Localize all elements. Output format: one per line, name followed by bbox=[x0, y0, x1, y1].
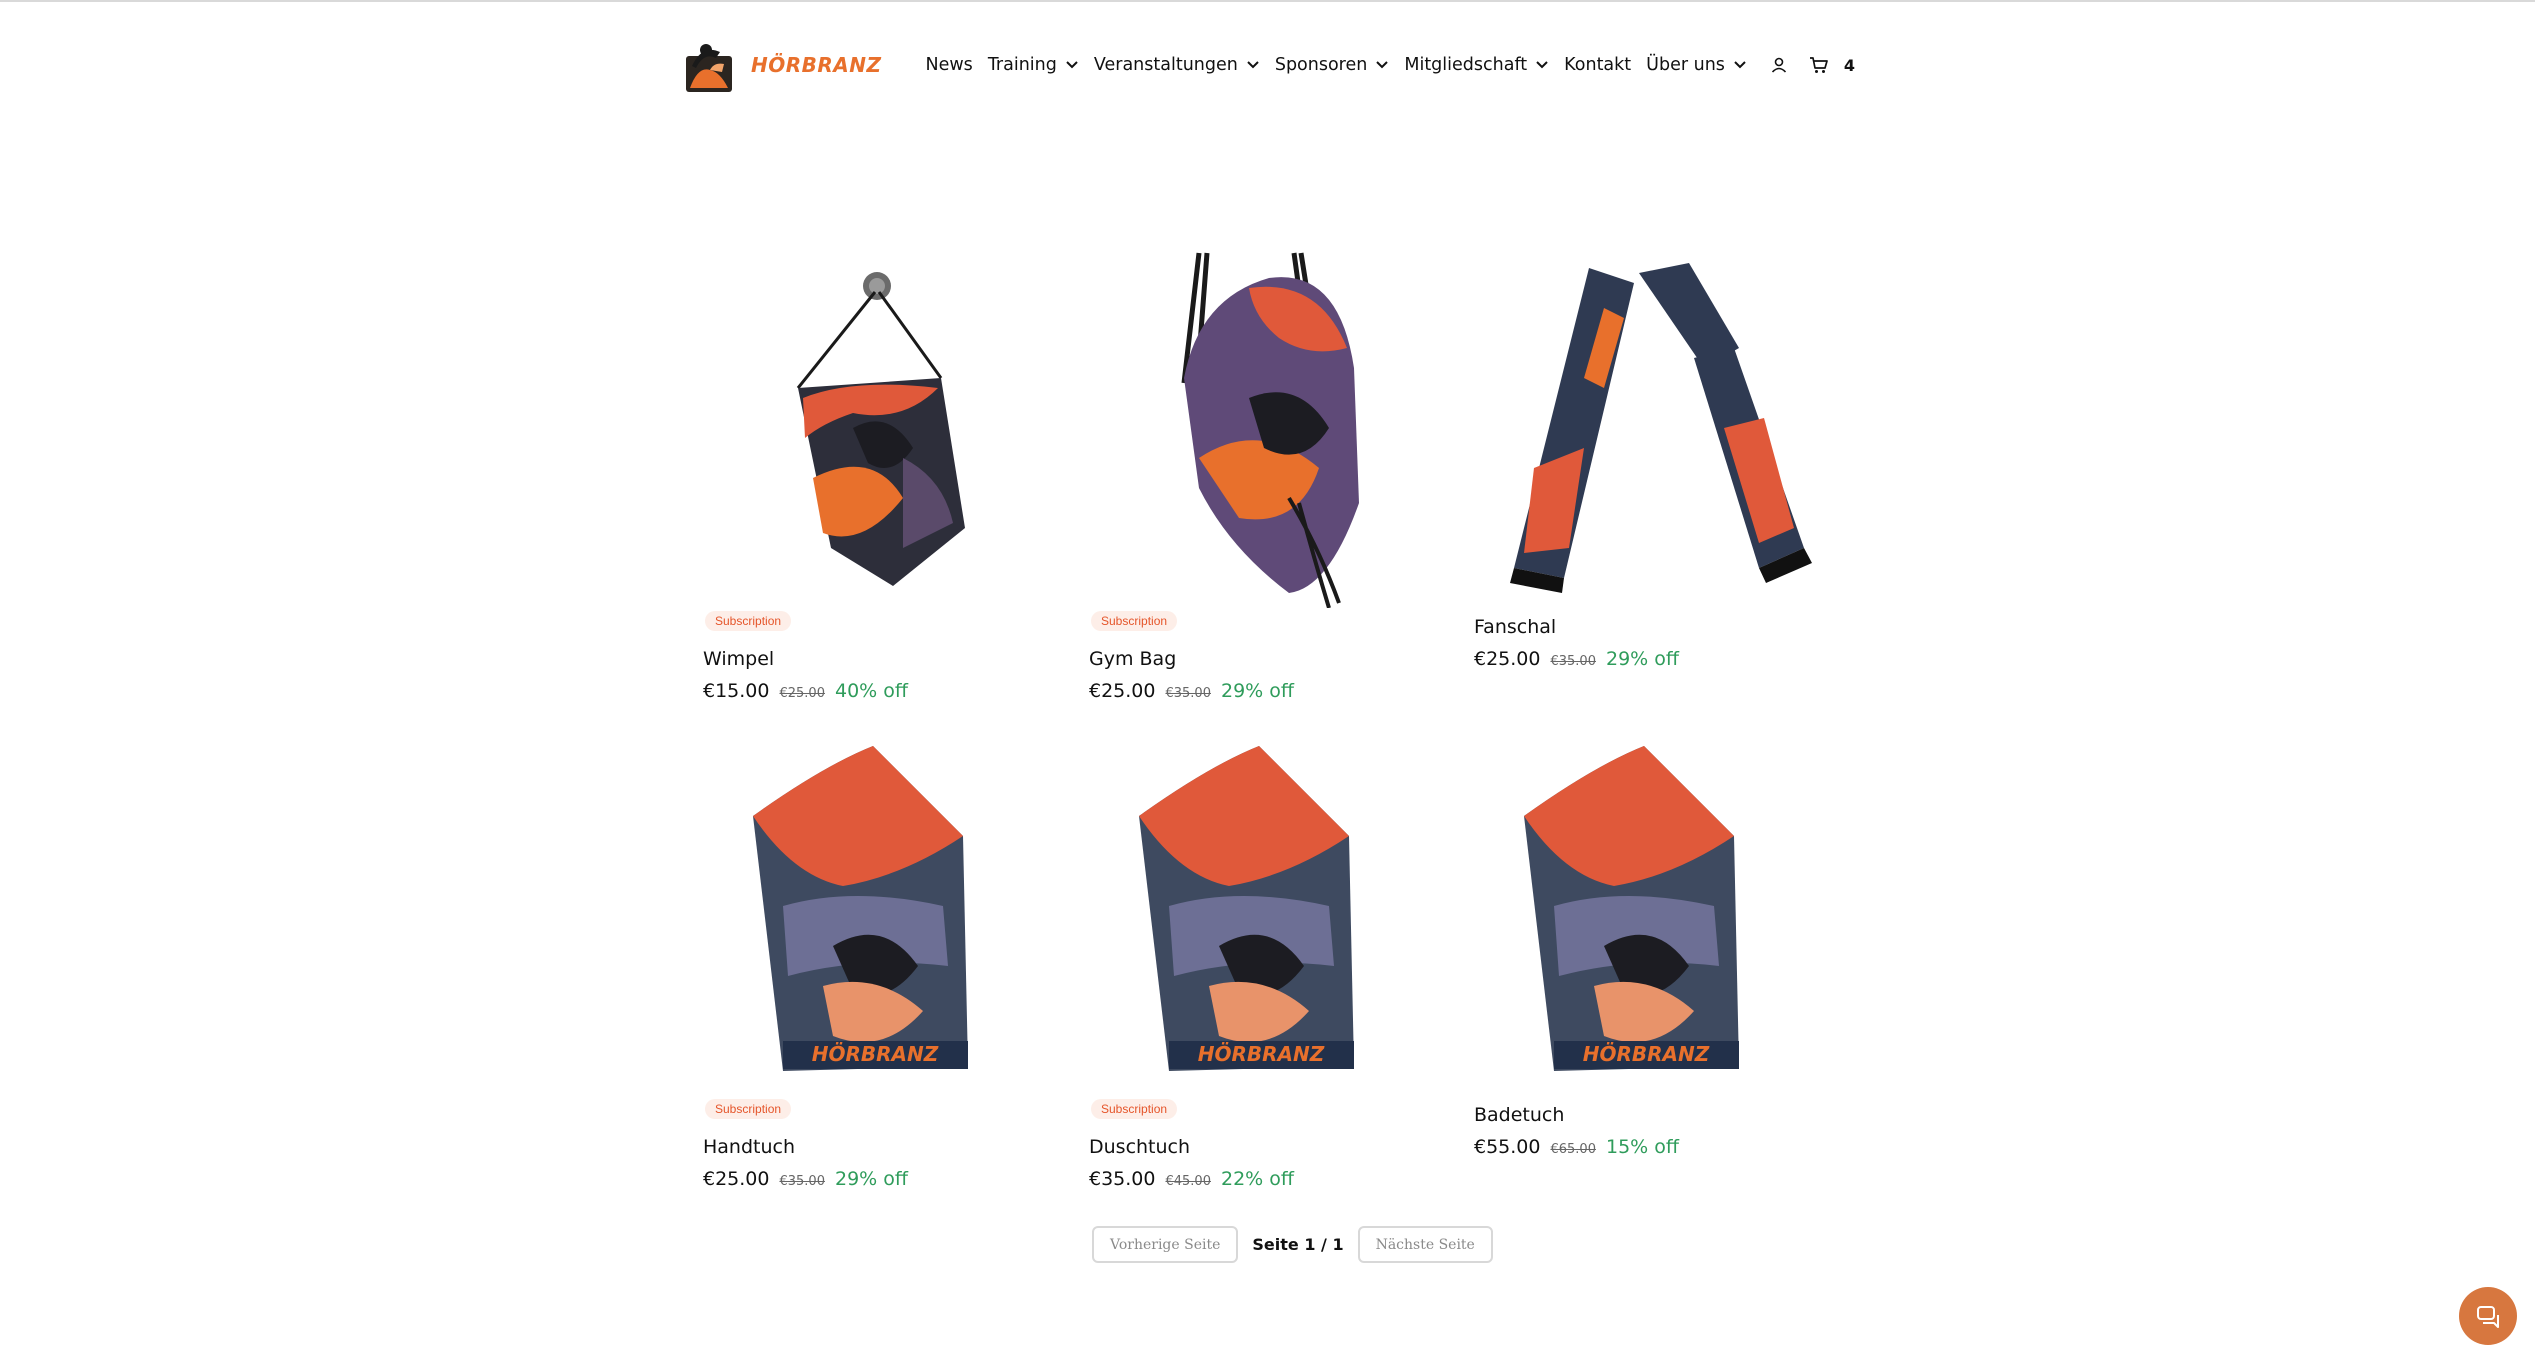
product-price: €15.00 bbox=[703, 680, 770, 702]
original-price: €35.00 bbox=[1165, 686, 1211, 701]
price-row: €35.00 €45.00 22% off bbox=[1089, 1168, 1294, 1190]
svg-text:HÖRBRANZ: HÖRBRANZ bbox=[1198, 1042, 1325, 1066]
svg-text:HÖRBRANZ: HÖRBRANZ bbox=[812, 1042, 939, 1066]
product-name[interactable]: Badetuch bbox=[1474, 1104, 1564, 1126]
nav-item-label: Kontakt bbox=[1564, 55, 1632, 75]
nav-item-veranstaltungen[interactable]: Veranstaltungen bbox=[1094, 55, 1260, 75]
svg-text:HÖRBRANZ: HÖRBRANZ bbox=[1583, 1042, 1710, 1066]
previous-page-button[interactable]: Vorherige Seite bbox=[1092, 1226, 1239, 1263]
price-row: €55.00 €65.00 15% off bbox=[1474, 1136, 1679, 1158]
product-image-wimpel[interactable] bbox=[703, 248, 1063, 608]
product-image-duschtuch[interactable]: HÖRBRANZ bbox=[1089, 736, 1449, 1096]
discount-label: 29% off bbox=[834, 1168, 908, 1190]
discount-label: 29% off bbox=[1220, 680, 1294, 702]
nav-item-kontakt[interactable]: Kontakt bbox=[1564, 55, 1631, 75]
chevron-down-icon bbox=[1536, 61, 1548, 69]
cart-button[interactable]: 4 bbox=[1808, 54, 1855, 76]
pagination: Vorherige Seite Seite 1 / 1 Nächste Seit… bbox=[1092, 1226, 1493, 1263]
header-icons: 4 bbox=[1768, 54, 1855, 76]
chevron-down-icon bbox=[1247, 61, 1259, 69]
subscription-badge: Subscription bbox=[1091, 1099, 1178, 1119]
top-border bbox=[0, 0, 2535, 2]
chat-button[interactable] bbox=[2459, 1287, 2517, 1345]
product-image-gym-bag[interactable] bbox=[1089, 248, 1449, 608]
product-name[interactable]: Handtuch bbox=[703, 1136, 795, 1158]
chat-icon bbox=[2477, 1306, 2499, 1328]
nav-item-mitgliedschaft[interactable]: Mitgliedschaft bbox=[1404, 55, 1549, 75]
original-price: €45.00 bbox=[1165, 1174, 1211, 1189]
product-price: €25.00 bbox=[1089, 680, 1156, 702]
page-indicator: Seite 1 / 1 bbox=[1252, 1235, 1344, 1254]
cart-icon bbox=[1808, 54, 1830, 76]
site-header: HÖRBRANZ News Training Veranstaltungen S… bbox=[684, 34, 1855, 96]
subscription-badge: Subscription bbox=[705, 611, 792, 631]
nav-item-training[interactable]: Training bbox=[988, 55, 1079, 75]
nav-item-label: Über uns bbox=[1646, 55, 1725, 75]
product-image-badetuch[interactable]: HÖRBRANZ bbox=[1474, 736, 1834, 1096]
main-nav: News Training Veranstaltungen Sponsoren … bbox=[926, 54, 1856, 76]
subscription-badge: Subscription bbox=[705, 1099, 792, 1119]
chevron-down-icon bbox=[1376, 61, 1389, 69]
price-row: €25.00 €35.00 29% off bbox=[1089, 680, 1294, 702]
product-price: €35.00 bbox=[1089, 1168, 1156, 1190]
product-image-fanschal[interactable] bbox=[1474, 248, 1834, 608]
user-icon[interactable] bbox=[1768, 54, 1790, 76]
product-image-handtuch[interactable]: HÖRBRANZ bbox=[703, 736, 1063, 1096]
next-page-button[interactable]: Nächste Seite bbox=[1357, 1226, 1493, 1263]
original-price: €25.00 bbox=[779, 686, 825, 701]
product-name[interactable]: Gym Bag bbox=[1089, 648, 1176, 670]
cart-count: 4 bbox=[1843, 55, 1856, 75]
chevron-down-icon bbox=[1734, 61, 1746, 69]
product-price: €55.00 bbox=[1474, 1136, 1541, 1158]
product-name[interactable]: Duschtuch bbox=[1089, 1136, 1190, 1158]
discount-label: 40% off bbox=[834, 680, 908, 702]
product-price: €25.00 bbox=[1474, 648, 1541, 670]
nav-item-label: Training bbox=[987, 55, 1057, 75]
discount-label: 22% off bbox=[1220, 1168, 1294, 1190]
product-price: €25.00 bbox=[703, 1168, 770, 1190]
nav-item-ueber-uns[interactable]: Über uns bbox=[1646, 55, 1747, 75]
discount-label: 29% off bbox=[1605, 648, 1679, 670]
nav-item-label: Mitgliedschaft bbox=[1404, 55, 1528, 75]
price-row: €25.00 €35.00 29% off bbox=[1474, 648, 1679, 670]
price-row: €25.00 €35.00 29% off bbox=[703, 1168, 908, 1190]
nav-item-label: Veranstaltungen bbox=[1093, 55, 1238, 75]
original-price: €35.00 bbox=[1550, 654, 1596, 669]
nav-item-news[interactable]: News bbox=[926, 55, 973, 75]
nav-item-label: News bbox=[925, 55, 973, 75]
original-price: €35.00 bbox=[779, 1174, 825, 1189]
nav-item-label: Sponsoren bbox=[1274, 55, 1368, 75]
original-price: €65.00 bbox=[1550, 1142, 1596, 1157]
chevron-down-icon bbox=[1066, 61, 1078, 69]
club-logo[interactable] bbox=[684, 36, 736, 94]
product-name[interactable]: Wimpel bbox=[703, 648, 774, 670]
product-name[interactable]: Fanschal bbox=[1474, 616, 1556, 638]
subscription-badge: Subscription bbox=[1091, 611, 1178, 631]
price-row: €15.00 €25.00 40% off bbox=[703, 680, 908, 702]
brand-wordmark[interactable]: HÖRBRANZ bbox=[751, 53, 882, 77]
nav-item-sponsoren[interactable]: Sponsoren bbox=[1275, 55, 1390, 75]
discount-label: 15% off bbox=[1605, 1136, 1679, 1158]
